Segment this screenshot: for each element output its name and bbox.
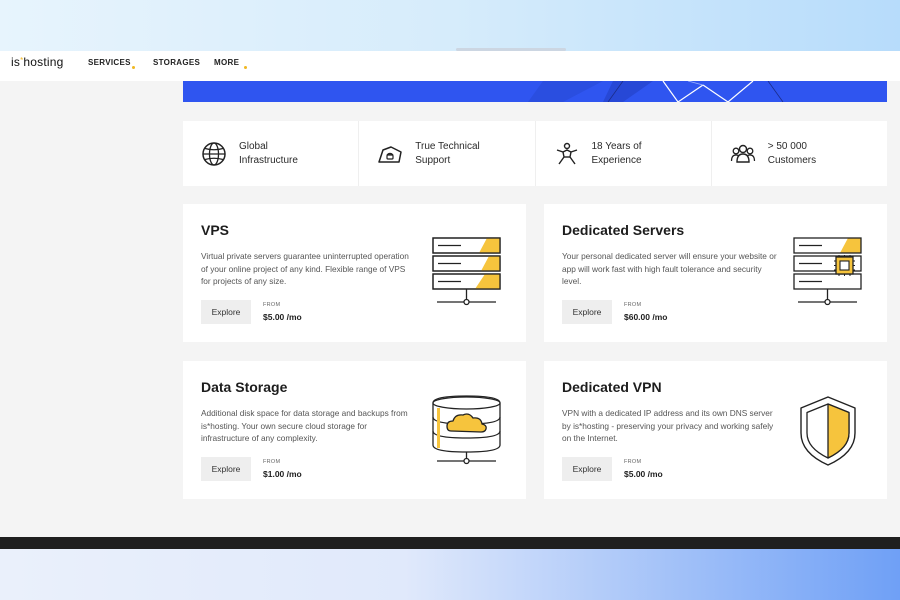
feature-line1: Global — [239, 141, 268, 152]
feature-line2: Experience — [591, 155, 642, 166]
vps-server-icon — [432, 237, 501, 306]
feature-line2: Support — [415, 155, 451, 166]
feature-line2: Infrastructure — [239, 155, 298, 166]
card-vps: VPS Virtual private servers guarantee un… — [183, 204, 526, 342]
top-background-band — [0, 0, 900, 51]
features-bar: Global Infrastructure True Technical Sup… — [183, 121, 887, 186]
price: $5.00 /mo — [624, 469, 663, 479]
card-title: Data Storage — [201, 379, 288, 395]
navbar: is*hosting SERVICES STORAGES MORE — [0, 51, 900, 81]
feature-global-infrastructure: Global Infrastructure — [183, 121, 360, 186]
cloud-storage-icon — [432, 395, 501, 465]
card-description: VPN with a dedicated IP address and its … — [562, 408, 774, 443]
logo-suffix: hosting — [23, 55, 64, 69]
feature-line1: True Technical — [415, 141, 480, 152]
nav-services-dropdown-indicator — [132, 66, 135, 69]
globe-icon — [202, 142, 226, 166]
price: $60.00 /mo — [624, 312, 668, 322]
shield-icon — [800, 396, 856, 466]
page: is*hosting SERVICES STORAGES MORE Global… — [0, 51, 900, 537]
from-label: FROM — [263, 302, 281, 308]
price: $5.00 /mo — [263, 312, 302, 322]
nav-storages[interactable]: STORAGES — [153, 58, 200, 67]
nav-more[interactable]: MORE — [214, 58, 239, 67]
card-title: Dedicated VPN — [562, 379, 662, 395]
logo-prefix: is — [11, 55, 21, 69]
card-dedicated-servers: Dedicated Servers Your personal dedicate… — [544, 204, 887, 342]
from-label: FROM — [624, 459, 642, 465]
feature-customers: > 50 000 Customers — [712, 121, 887, 186]
from-label: FROM — [624, 302, 642, 308]
dedicated-explore-button[interactable]: Explore — [562, 300, 612, 324]
logo[interactable]: is*hosting — [11, 55, 64, 69]
from-label: FROM — [263, 459, 281, 465]
support-icon — [378, 146, 402, 163]
feature-line1: 18 Years of — [591, 141, 642, 152]
card-dedicated-vpn: Dedicated VPN VPN with a dedicated IP ad… — [544, 361, 887, 499]
card-description: Additional disk space for data storage a… — [201, 408, 408, 443]
card-title: VPS — [201, 222, 230, 238]
feature-technical-support: True Technical Support — [359, 121, 536, 186]
storage-explore-button[interactable]: Explore — [201, 457, 251, 481]
price: $1.00 /mo — [263, 469, 302, 479]
bottom-background-band — [0, 549, 900, 600]
card-description: Virtual private servers guarantee uninte… — [201, 251, 409, 286]
dedicated-server-icon — [793, 237, 862, 306]
card-data-storage: Data Storage Additional disk space for d… — [183, 361, 526, 499]
vpn-explore-button[interactable]: Explore — [562, 457, 612, 481]
hero-banner — [183, 81, 887, 102]
customers-icon — [730, 144, 755, 163]
nav-more-dropdown-indicator — [244, 66, 247, 69]
hero-decoration — [528, 81, 784, 102]
nav-services[interactable]: SERVICES — [88, 58, 131, 67]
footer-strip — [0, 537, 900, 549]
vps-explore-button[interactable]: Explore — [201, 300, 251, 324]
feature-years-experience: 18 Years of Experience — [536, 121, 712, 186]
feature-line2: Customers — [767, 155, 817, 166]
feature-line1: > 50 000 — [767, 141, 807, 152]
experience-icon — [556, 142, 577, 165]
card-description: Your personal dedicated server will ensu… — [562, 251, 777, 286]
card-title: Dedicated Servers — [562, 222, 685, 238]
